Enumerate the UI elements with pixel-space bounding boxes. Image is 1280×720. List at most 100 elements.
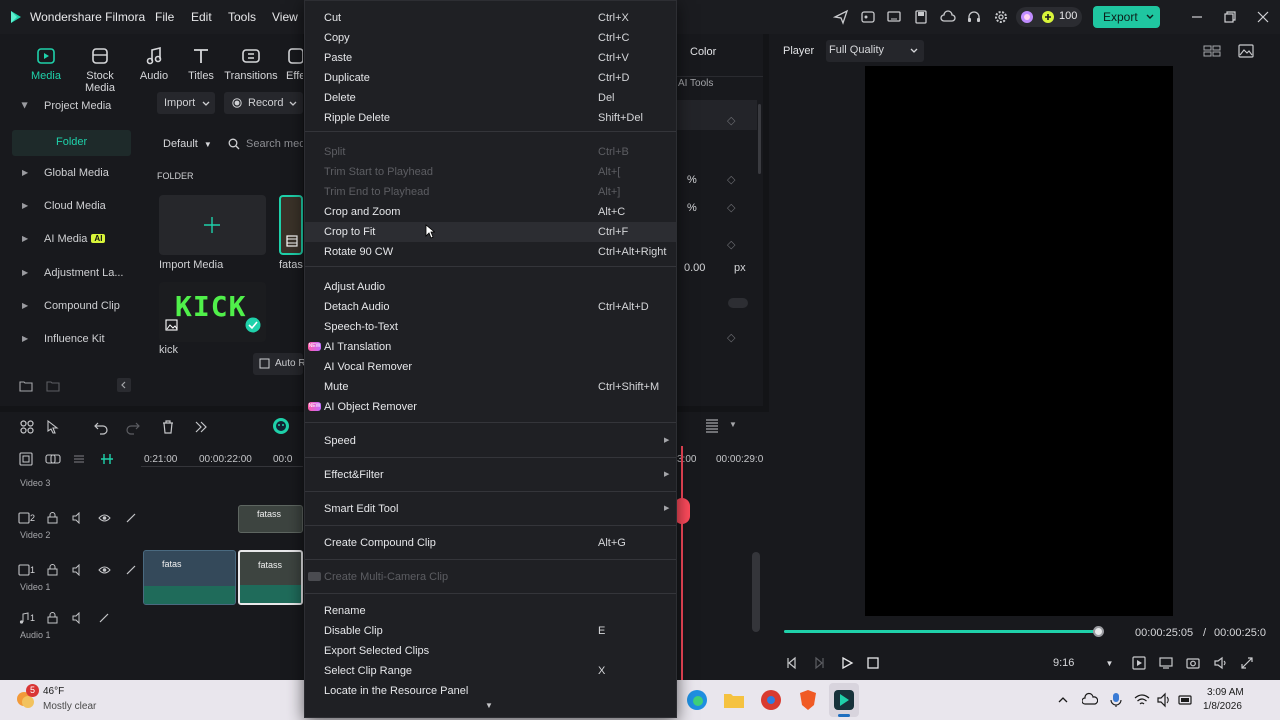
- play-icon[interactable]: [840, 656, 854, 670]
- sidebar-item-global-media[interactable]: ▶ Global Media: [0, 160, 131, 188]
- add-track-icon[interactable]: [19, 452, 33, 466]
- restore-icon[interactable]: [1222, 9, 1238, 25]
- edge-browser-icon[interactable]: [686, 689, 708, 711]
- menu-item-rename[interactable]: Rename: [305, 601, 676, 621]
- sidebar-item-folder[interactable]: Folder: [12, 130, 131, 156]
- timeline-clip[interactable]: fatas: [143, 550, 236, 605]
- auto-reframe-button[interactable]: Auto Re: [253, 353, 311, 375]
- mute-speaker-icon[interactable]: [72, 612, 84, 624]
- menu-item-adjust-audio[interactable]: Adjust Audio: [305, 277, 676, 297]
- tab-transitions[interactable]: Transitions: [221, 46, 281, 82]
- magic-wand-icon[interactable]: [125, 512, 137, 524]
- volume-icon[interactable]: [1156, 692, 1172, 708]
- menu-item-mute[interactable]: Mute Ctrl+Shift+M: [305, 377, 676, 397]
- eye-icon[interactable]: [98, 564, 111, 576]
- folder-icon[interactable]: [46, 379, 60, 393]
- scroll-down-arrow-icon[interactable]: ▼: [485, 701, 493, 710]
- track-settings-icon[interactable]: [705, 418, 719, 434]
- keyframe-diamond-icon[interactable]: ◇: [727, 173, 735, 186]
- mute-speaker-icon[interactable]: [72, 512, 84, 524]
- menu-tools[interactable]: Tools: [228, 10, 256, 24]
- minimize-icon[interactable]: [1189, 9, 1205, 25]
- menu-item-ripple-delete[interactable]: Ripple Delete Shift+Del: [305, 108, 676, 128]
- monitor-icon[interactable]: [1159, 656, 1173, 670]
- menu-item-crop-to-fit[interactable]: Crop to Fit Ctrl+F: [305, 222, 676, 242]
- menu-item-disable-clip[interactable]: Disable Clip E: [305, 621, 676, 641]
- media-thumb-kick[interactable]: KICK: [159, 282, 266, 342]
- chevron-down-icon[interactable]: ▼: [729, 420, 737, 429]
- cloud-sync-icon[interactable]: [1082, 692, 1098, 708]
- magic-wand-icon[interactable]: [98, 612, 110, 624]
- image-snapshot-icon[interactable]: [1238, 43, 1254, 59]
- tab-effects[interactable]: Effe: [274, 46, 303, 82]
- microphone-icon[interactable]: [1109, 692, 1123, 708]
- sidebar-item-compound-clip[interactable]: ▶ Compound Clip: [0, 293, 131, 321]
- new-folder-icon[interactable]: [19, 379, 33, 393]
- settings-gear-icon[interactable]: [993, 9, 1009, 25]
- menu-view[interactable]: View: [272, 10, 298, 24]
- scrollbar[interactable]: [752, 552, 760, 632]
- menu-item-delete[interactable]: Delete Del: [305, 88, 676, 108]
- file-explorer-icon[interactable]: [723, 689, 745, 711]
- clock-time[interactable]: 3:09 AM: [1207, 687, 1244, 698]
- battery-icon[interactable]: [1178, 692, 1194, 708]
- clock-date[interactable]: 1/8/2026: [1203, 701, 1242, 712]
- redo-icon[interactable]: [125, 419, 141, 435]
- menu-edit[interactable]: Edit: [191, 10, 212, 24]
- menu-item-crop-and-zoom[interactable]: Crop and Zoom Alt+C: [305, 202, 676, 222]
- link-icon[interactable]: [45, 452, 61, 466]
- menu-item-ai-translation[interactable]: AI Translation NEW: [305, 337, 676, 357]
- playback-progress[interactable]: [784, 626, 1104, 637]
- previous-frame-icon[interactable]: [785, 656, 799, 670]
- progress-knob[interactable]: [1092, 626, 1104, 637]
- sidebar-item-ai-media[interactable]: ▶ AI Media AI: [0, 226, 131, 254]
- sort-dropdown[interactable]: Default ▼: [163, 138, 212, 150]
- scrollbar[interactable]: [758, 104, 761, 174]
- lock-icon[interactable]: [47, 612, 58, 624]
- menu-file[interactable]: File: [155, 10, 174, 24]
- menu-item-select-clip-range[interactable]: Select Clip Range X: [305, 661, 676, 681]
- timeline-clip-selected[interactable]: fatass: [238, 550, 303, 605]
- sidebar-item-influence-kit[interactable]: ▶ Influence Kit: [0, 326, 131, 354]
- undo-icon[interactable]: [93, 419, 109, 435]
- video-preview[interactable]: [865, 66, 1173, 616]
- more-tools-icon[interactable]: [193, 419, 209, 435]
- keyframe-diamond-icon[interactable]: ◇: [727, 331, 735, 344]
- send-icon[interactable]: [833, 9, 849, 25]
- grid-view-icon[interactable]: [1203, 44, 1221, 58]
- delete-icon[interactable]: [160, 419, 176, 435]
- select-tool-icon[interactable]: [45, 419, 61, 435]
- stop-icon[interactable]: [866, 656, 880, 670]
- menu-item-duplicate[interactable]: Duplicate Ctrl+D: [305, 68, 676, 88]
- menu-item-locate-in-the-resource-panel[interactable]: Locate in the Resource Panel: [305, 681, 676, 701]
- export-button[interactable]: Export: [1093, 6, 1160, 28]
- wifi-icon[interactable]: [1134, 692, 1150, 708]
- search-input[interactable]: Search media: [246, 138, 303, 150]
- chevron-up-icon[interactable]: [1057, 694, 1069, 706]
- filmora-taskbar-button[interactable]: [829, 683, 859, 717]
- menu-item-export-selected-clips[interactable]: Export Selected Clips: [305, 641, 676, 661]
- layout-grid-icon[interactable]: [19, 419, 35, 435]
- save-icon[interactable]: [913, 9, 929, 25]
- sidebar-item-cloud-media[interactable]: ▶ Cloud Media: [0, 193, 131, 221]
- playhead[interactable]: [681, 446, 683, 680]
- menu-item-effect-filter[interactable]: Effect&Filter ▶: [305, 465, 676, 485]
- ai-copilot-icon[interactable]: [272, 417, 290, 435]
- snap-magnet-icon[interactable]: [99, 452, 115, 466]
- import-media-tile[interactable]: [159, 195, 266, 255]
- marker-icon[interactable]: [72, 452, 86, 466]
- sidebar-item-adjustment-layer[interactable]: ▶ Adjustment La...: [0, 260, 131, 288]
- collapse-panel-button[interactable]: [117, 378, 131, 392]
- lock-icon[interactable]: [47, 564, 58, 576]
- magic-wand-icon[interactable]: [125, 564, 137, 576]
- menu-item-detach-audio[interactable]: Detach Audio Ctrl+Alt+D: [305, 297, 676, 317]
- menu-item-rotate-90-cw[interactable]: Rotate 90 CW Ctrl+Alt+Right: [305, 242, 676, 262]
- sidebar-item-project-media[interactable]: ▶ Project Media: [0, 93, 131, 121]
- menu-item-create-compound-clip[interactable]: Create Compound Clip Alt+G: [305, 533, 676, 553]
- tab-color[interactable]: Color: [690, 46, 716, 58]
- tab-media[interactable]: Media: [16, 46, 76, 82]
- menu-item-speed[interactable]: Speed ▶: [305, 431, 676, 451]
- ai-tools-tab[interactable]: AI Tools: [678, 78, 713, 89]
- menu-item-smart-edit-tool[interactable]: Smart Edit Tool ▶: [305, 499, 676, 519]
- mute-speaker-icon[interactable]: [72, 564, 84, 576]
